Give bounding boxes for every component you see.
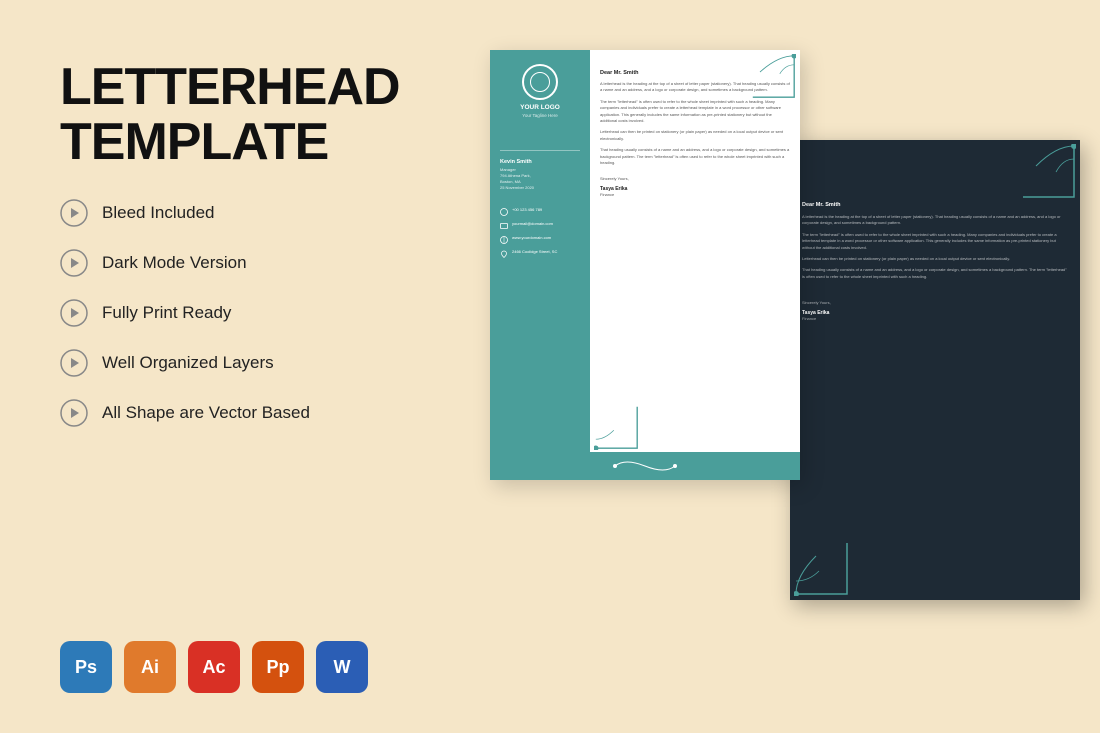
sidebar-contact: +00 123 456 789 yourmail@domain.com www.… [500, 207, 580, 263]
corner-ornament-bl [594, 405, 639, 450]
web-icon [500, 236, 508, 244]
logo-tagline: Your Tagline Here [522, 113, 558, 118]
dark-body-2: The term "letterhead" is often used to r… [802, 232, 1068, 251]
feature-print: Fully Print Ready [60, 299, 380, 327]
letter-body-2: The term "letterhead" is often used to r… [600, 99, 790, 125]
dark-sig-title: Finance [802, 316, 1068, 321]
title-section: LETTERHEAD TEMPLATE [60, 60, 380, 169]
person-name: Kevin Smith [500, 159, 580, 165]
dark-corner-tr [1021, 144, 1076, 199]
acrobat-icon: Ac [188, 641, 240, 693]
arrow-circle-icon [60, 199, 88, 227]
photoshop-icon: Ps [60, 641, 112, 693]
contact-web: www.yourdomain.com [512, 235, 551, 241]
feature-dark: Dark Mode Version [60, 249, 380, 277]
logo-inner [530, 72, 550, 92]
left-panel: LETTERHEAD TEMPLATE Bleed Included Dark … [0, 0, 430, 733]
software-icons: Ps Ai Ac Pp W [60, 641, 380, 693]
contact-address-item: 2466 Coolidge Street, SC [500, 249, 580, 258]
powerpoint-icon: Pp [252, 641, 304, 693]
right-panel: YOUR LOGO Your Tagline Here Kevin Smith … [430, 0, 1100, 733]
contact-email: yourmail@domain.com [512, 221, 553, 227]
letter-sidebar: YOUR LOGO Your Tagline Here Kevin Smith … [490, 50, 590, 480]
logo-circle [522, 64, 558, 100]
contact-address: 2466 Coolidge Street, SC [512, 249, 557, 255]
dark-body-4: That heading usually consists of a name … [802, 267, 1068, 280]
feature-vector: All Shape are Vector Based [60, 399, 380, 427]
letterhead-dark: Dear Mr. Smith A letterhead is the headi… [790, 140, 1080, 600]
corner-ornament-tr [751, 54, 796, 99]
letterhead-white: YOUR LOGO Your Tagline Here Kevin Smith … [490, 50, 800, 480]
sincerely: Sincerely Yours, [600, 176, 790, 181]
letter-signature: Sincerely Yours, Tasya Erika Finance [600, 176, 790, 197]
bottom-ornament [605, 456, 685, 476]
contact-phone: +00 123 456 789 [512, 207, 542, 213]
word-icon: W [316, 641, 368, 693]
illustrator-icon: Ai [124, 641, 176, 693]
arrow-circle-icon-5 [60, 399, 88, 427]
title-line1: LETTERHEAD TEMPLATE [60, 60, 380, 169]
letter-body-4: That heading usually consists of a name … [600, 147, 790, 166]
logo-text: YOUR LOGO [520, 104, 560, 111]
phone-icon [500, 208, 508, 216]
contact-phone-item: +00 123 456 789 [500, 207, 580, 216]
arrow-circle-icon-2 [60, 249, 88, 277]
features-list: Bleed Included Dark Mode Version Fully P… [60, 199, 380, 427]
location-icon [500, 250, 508, 258]
sig-title: Finance [600, 192, 790, 197]
dark-signature: Sincerely Yours, Tasya Erika Finance [802, 300, 1068, 321]
letter-main: Dear Mr. Smith A letterhead is the headi… [590, 50, 800, 480]
dark-body-1: A letterhead is the heading at the top o… [802, 214, 1068, 227]
email-icon [500, 222, 508, 230]
contact-web-item: www.yourdomain.com [500, 235, 580, 244]
dark-body-3: Letterhead can then be printed on statio… [802, 256, 1068, 262]
feature-layers: Well Organized Layers [60, 349, 380, 377]
dark-sincerely: Sincerely Yours, [802, 300, 1068, 305]
sidebar-person: Kevin Smith Manager 794 Athena Park, Bos… [500, 150, 580, 191]
letter-body-3: Letterhead can then be printed on statio… [600, 129, 790, 142]
dark-corner-bl [794, 541, 849, 596]
dark-letter-greeting: Dear Mr. Smith [802, 202, 1068, 208]
teal-accent-bar [490, 452, 800, 480]
arrow-circle-icon-4 [60, 349, 88, 377]
person-date: 25 November 2020 [500, 185, 580, 191]
feature-bleed: Bleed Included [60, 199, 380, 227]
arrow-circle-icon-3 [60, 299, 88, 327]
contact-email-item: yourmail@domain.com [500, 221, 580, 230]
